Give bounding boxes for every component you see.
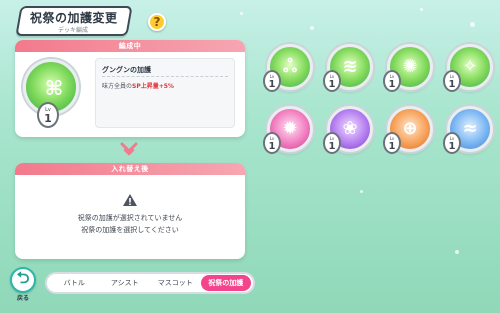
page-subtitle: デッキ編成 — [58, 27, 89, 34]
blessing-name: グングンの加護 — [102, 66, 151, 74]
divider — [102, 76, 228, 77]
tab-battle[interactable]: バトル — [49, 275, 100, 291]
return-arrow-icon: ⮌ — [16, 267, 30, 287]
level-value: 1 — [448, 79, 456, 90]
sparkle — [470, 22, 475, 27]
chevron-down-icon — [120, 142, 138, 156]
level-badge: Lv 1 — [443, 70, 461, 92]
level-badge: Lv 1 — [323, 132, 341, 154]
help-button[interactable]: ? — [148, 13, 166, 31]
level-badge: Lv 1 — [323, 70, 341, 92]
page-title: 祝祭の加護変更 — [30, 11, 118, 25]
level-value: 1 — [328, 141, 336, 152]
level-badge: Lv 1 — [383, 70, 401, 92]
swap-panel: 入れ替え後 祝祭の加護が選択されていません 祝祭の加護を選択してください — [15, 163, 245, 259]
blessing-effect: 味方全員のSP上昇量+5% — [102, 81, 174, 90]
back-button[interactable]: ⮌ — [10, 267, 36, 293]
tab-assist[interactable]: アシスト — [100, 275, 151, 291]
level-value: 1 — [268, 79, 276, 90]
level-value: 1 — [268, 141, 276, 152]
warning-icon — [123, 194, 137, 206]
level-value: 1 — [388, 141, 396, 152]
level-badge: Lv 1 — [383, 132, 401, 154]
sparkle — [420, 8, 423, 11]
level-value: 1 — [328, 79, 336, 90]
equipped-level-badge: Lv 1 — [37, 102, 59, 128]
blessing-info-box: グングンの加護 味方全員のSP上昇量+5% — [95, 58, 235, 128]
empty-message-line2: 祝祭の加護を選択してください — [81, 226, 179, 234]
level-badge: Lv 1 — [443, 132, 461, 154]
effect-highlight: SP上昇量+5% — [132, 83, 174, 90]
empty-message-line1: 祝祭の加護が選択されていません — [77, 214, 183, 222]
level-value: 1 — [448, 141, 456, 152]
sparkle — [455, 250, 459, 254]
swap-panel-heading: 入れ替え後 — [15, 163, 245, 175]
level-badge: Lv 1 — [263, 70, 281, 92]
category-tabbar: バトル アシスト マスコット 祝祭の加護 — [45, 272, 255, 294]
effect-prefix: 味方全員の — [102, 83, 133, 90]
sparkle — [240, 12, 243, 15]
back-label: 戻る — [16, 295, 29, 302]
circular-knot-emblem-icon: ⌘ — [44, 76, 64, 100]
sparkle — [360, 190, 363, 193]
tab-festival-blessing[interactable]: 祝祭の加護 — [200, 275, 251, 291]
sparkle — [310, 26, 314, 30]
level-badge: Lv 1 — [263, 132, 281, 154]
tab-mascot[interactable]: マスコット — [150, 275, 201, 291]
level-value: 1 — [388, 79, 396, 90]
equipped-panel: 編成中 ⌘ Lv 1 グングンの加護 味方全員のSP上昇量+5% — [15, 40, 245, 137]
level-value: 1 — [44, 112, 52, 125]
equipped-panel-heading: 編成中 — [15, 40, 245, 52]
